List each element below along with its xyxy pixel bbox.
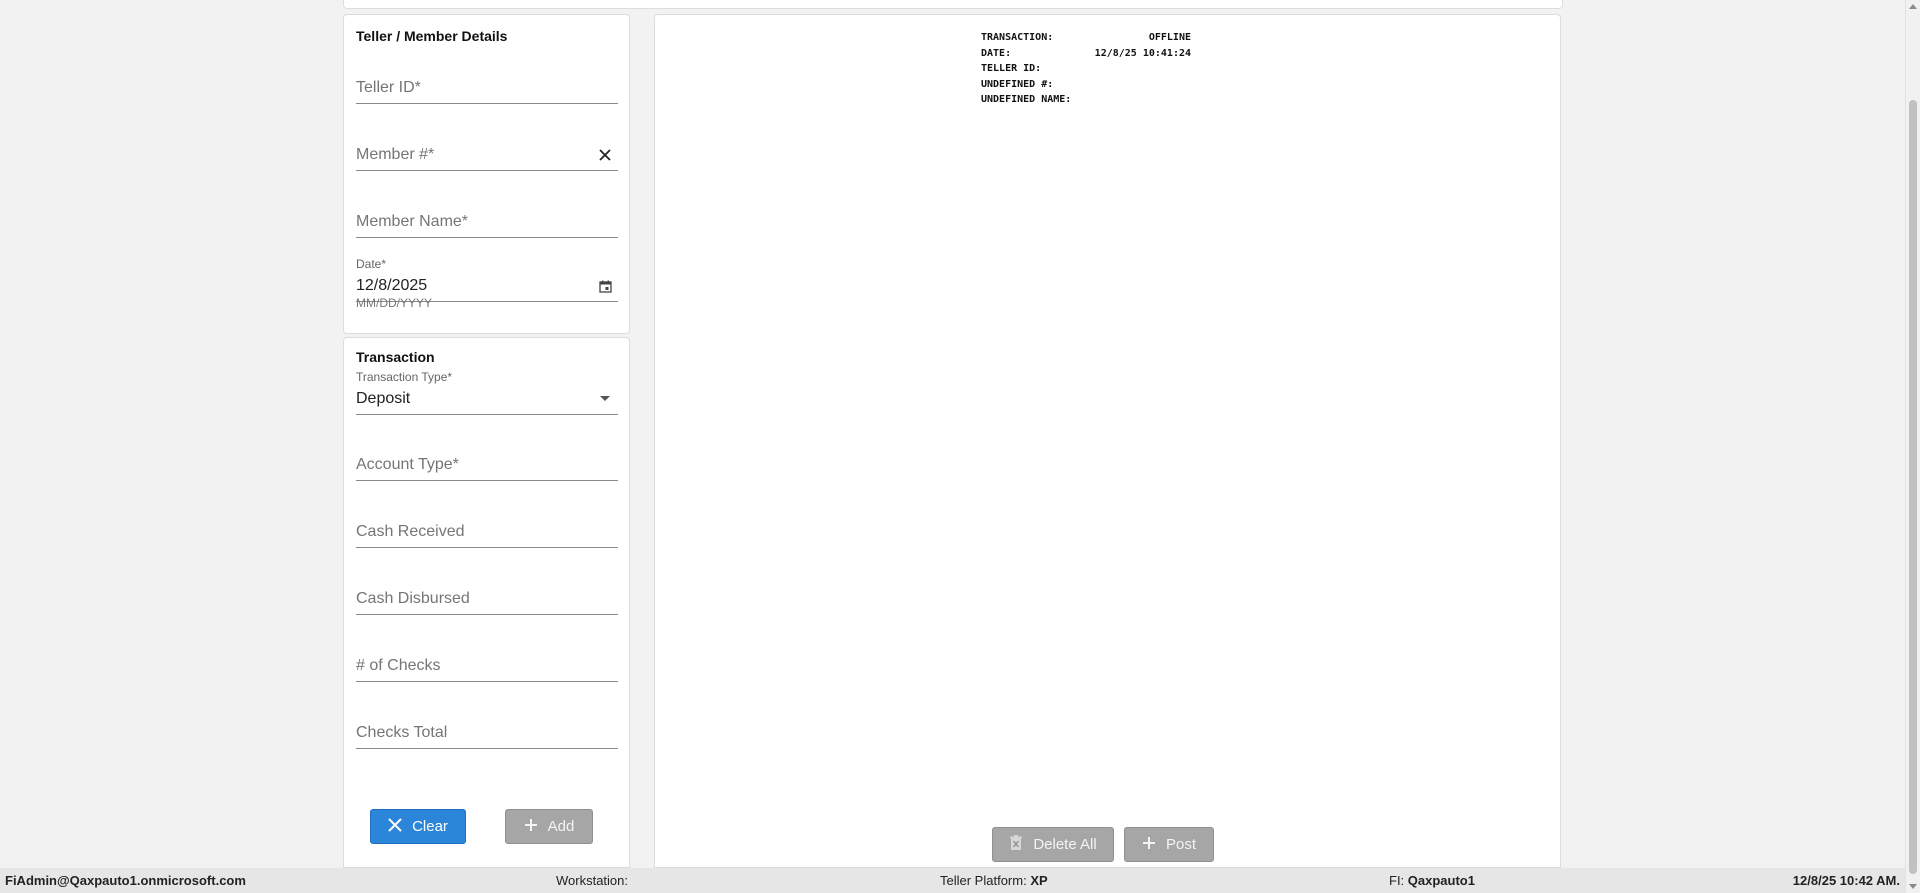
x-icon [388, 817, 402, 836]
scroll-up-arrow-icon[interactable] [1909, 4, 1917, 9]
cash-received-placeholder: Cash Received [356, 523, 465, 540]
date-helper-text: MM/DD/YYYY [356, 296, 433, 310]
receipt-row: DATE: 12/8/25 10:41:24 [981, 46, 1191, 62]
receipt-row: UNDEFINED NAME: [981, 92, 1191, 108]
transaction-type-select[interactable]: Transaction Type* Deposit [356, 370, 618, 415]
receipt-label: UNDEFINED NAME: [981, 94, 1072, 105]
transaction-type-label: Transaction Type* [356, 370, 453, 384]
receipt-label: TELLER ID: [981, 63, 1042, 74]
member-name-field[interactable]: Member Name* [356, 207, 618, 238]
clear-button-label: Clear [412, 818, 448, 835]
date-label: Date* [356, 257, 387, 271]
delete-all-button[interactable]: Delete All [992, 827, 1114, 862]
scroll-down-arrow-icon[interactable] [1909, 884, 1917, 889]
plus-icon [1142, 836, 1156, 854]
num-checks-field[interactable]: # of Checks [356, 651, 618, 682]
teller-id-placeholder: Teller ID* [356, 79, 421, 96]
receipt-row: TRANSACTION: OFFLINE [981, 30, 1191, 46]
cash-disbursed-field[interactable]: Cash Disbursed [356, 584, 618, 615]
receipt-value: OFFLINE [1148, 32, 1191, 43]
status-fi: FI: Qaxpauto1 [1389, 873, 1475, 888]
cash-disbursed-placeholder: Cash Disbursed [356, 590, 470, 607]
account-type-placeholder: Account Type* [356, 456, 459, 473]
clear-button[interactable]: Clear [370, 809, 466, 844]
post-button[interactable]: Post [1124, 827, 1214, 862]
transaction-panel: Transaction Transaction Type* Deposit Ac… [343, 337, 630, 868]
receipt-label: TRANSACTION: [981, 32, 1054, 43]
date-value: 12/8/2025 [356, 277, 428, 294]
teller-id-field[interactable]: Teller ID* [356, 73, 618, 104]
platform-value: XP [1030, 873, 1048, 888]
top-panel-edge [343, 0, 1563, 9]
calendar-icon[interactable] [598, 279, 612, 293]
scroll-thumb[interactable] [1909, 100, 1917, 874]
page-scrollbar[interactable] [1905, 0, 1920, 893]
status-datetime: 12/8/25 10:42 AM. [1792, 873, 1900, 888]
teller-member-title: Teller / Member Details [356, 28, 508, 44]
delete-all-button-label: Delete All [1033, 836, 1097, 853]
account-type-field[interactable]: Account Type* [356, 450, 618, 481]
transaction-title: Transaction [356, 349, 435, 365]
member-name-placeholder: Member Name* [356, 213, 469, 230]
status-user: FiAdmin@Qaxpauto1.onmicrosoft.com [5, 873, 246, 888]
receipt-preview-panel [654, 14, 1561, 868]
member-number-field[interactable]: Member #* [356, 140, 618, 171]
plus-icon [524, 818, 538, 836]
status-platform: Teller Platform: XP [940, 873, 1048, 888]
receipt-text: TRANSACTION: OFFLINE DATE: 12/8/25 10:41… [981, 30, 1191, 108]
status-workstation: Workstation: [556, 873, 628, 888]
receipt-row: UNDEFINED #: [981, 77, 1191, 93]
checks-total-field[interactable]: Checks Total [356, 718, 618, 749]
teller-member-panel: Teller / Member Details Teller ID* Membe… [343, 14, 630, 334]
num-checks-placeholder: # of Checks [356, 657, 441, 674]
receipt-row: TELLER ID: [981, 61, 1191, 77]
checks-total-placeholder: Checks Total [356, 724, 448, 741]
trash-icon [1009, 834, 1023, 855]
platform-label: Teller Platform: [940, 873, 1027, 888]
receipt-value: 12/8/25 10:41:24 [1094, 47, 1191, 59]
add-button-label: Add [547, 818, 575, 835]
cash-received-field[interactable]: Cash Received [356, 517, 618, 548]
transaction-type-value: Deposit [356, 390, 411, 407]
post-button-label: Post [1165, 836, 1196, 853]
status-bar: FiAdmin@Qaxpauto1.onmicrosoft.com Workst… [0, 868, 1906, 893]
fi-label: FI: [1389, 873, 1405, 888]
add-button[interactable]: Add [505, 809, 593, 844]
fi-value: Qaxpauto1 [1407, 873, 1475, 888]
receipt-label: UNDEFINED #: [981, 78, 1054, 90]
receipt-label: DATE: [981, 47, 1012, 59]
workstation-label: Workstation: [556, 873, 629, 888]
close-icon[interactable] [598, 148, 612, 162]
dropdown-arrow-icon[interactable] [598, 392, 612, 406]
member-number-placeholder: Member #* [356, 146, 435, 163]
